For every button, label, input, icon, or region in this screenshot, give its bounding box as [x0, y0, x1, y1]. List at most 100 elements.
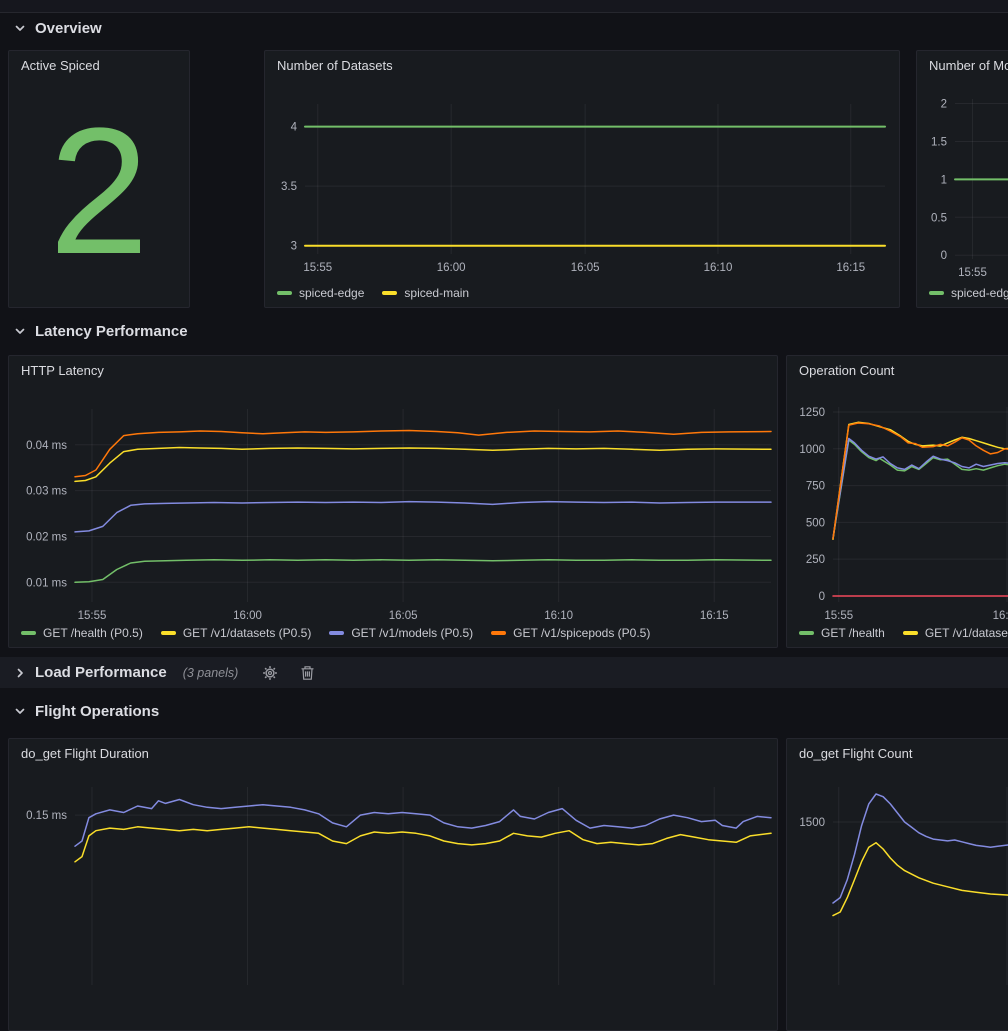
section-header-latency-performance[interactable]: Latency Performance — [14, 317, 188, 345]
series-line — [833, 422, 1008, 539]
panel-title[interactable]: do_get Flight Count — [787, 739, 1008, 772]
section-header-load-performance[interactable]: Load Performance (3 panels) — [0, 657, 1008, 688]
section-title: Overview — [35, 20, 102, 37]
chart-canvas[interactable]: 1500 — [787, 772, 1008, 1002]
series-line — [833, 439, 1008, 538]
y-tick-label: 3.5 — [281, 181, 297, 193]
legend-swatch — [903, 631, 918, 635]
series-line — [833, 423, 1008, 539]
chevron-down-icon — [14, 22, 26, 34]
y-tick-label: 0.04 ms — [26, 440, 67, 452]
legend-swatch — [491, 631, 506, 635]
chart-legend — [787, 1002, 1008, 1030]
panel-title[interactable]: do_get Flight Duration — [9, 739, 777, 772]
x-tick-label: 16:00 — [233, 610, 262, 619]
legend-item[interactable]: GET /v1/datasets — [903, 626, 1008, 640]
chevron-right-icon — [14, 667, 26, 679]
panel-flight-count: do_get Flight Count 1500 — [786, 738, 1008, 1031]
chart-legend: spiced-edge — [917, 279, 1008, 307]
x-tick-label: 15:55 — [78, 610, 107, 619]
y-tick-label: 3 — [291, 241, 297, 253]
y-tick-label: 500 — [806, 517, 825, 529]
number_of_models-svg: 15:5516:0000.511.52 — [917, 84, 1008, 279]
legend-swatch — [161, 631, 176, 635]
legend-item[interactable]: GET /v1/spicepods (P0.5) — [491, 626, 650, 640]
section-title: Flight Operations — [35, 703, 159, 720]
y-tick-label: 750 — [806, 481, 825, 493]
flight_count-svg: 1500 — [787, 772, 1008, 1002]
panel-count-label: (3 panels) — [183, 666, 239, 680]
legend-swatch — [21, 631, 36, 635]
panel-title[interactable]: Number of Models — [917, 51, 1008, 84]
y-tick-label: 1000 — [799, 444, 825, 456]
legend-item[interactable]: GET /v1/datasets (P0.5) — [161, 626, 312, 640]
y-tick-label: 1500 — [799, 817, 825, 829]
y-tick-label: 0.01 ms — [26, 577, 67, 589]
operation_count-svg: 15:55 16:00 0 250 500 750 1000 1250 — [787, 389, 1008, 619]
panel-title[interactable]: Active Spiced — [9, 51, 189, 84]
gear-icon[interactable] — [262, 665, 278, 681]
section-header-overview[interactable]: Overview — [14, 14, 102, 42]
legend-item[interactable]: spiced-edge — [929, 286, 1008, 300]
y-tick-label: 0.15 ms — [26, 810, 67, 822]
legend-label: spiced-edge — [299, 286, 364, 300]
x-tick-label: 16:00 — [993, 610, 1008, 619]
chart-canvas[interactable]: 15:55 16:00 0 250 500 750 1000 1250 — [787, 389, 1008, 619]
x-tick-label: 16:05 — [571, 262, 600, 274]
legend-label: spiced-edge — [951, 286, 1008, 300]
number_of_datasets-svg: 15:5516:0016:0516:1016:1533.54 — [265, 84, 897, 279]
y-tick-label: 0.03 ms — [26, 486, 67, 498]
x-tick-label: 16:10 — [544, 610, 573, 619]
series-line — [833, 440, 1008, 539]
x-tick-label: 15:55 — [303, 262, 332, 274]
panel-title[interactable]: HTTP Latency — [9, 356, 777, 389]
legend-item[interactable]: spiced-edge — [277, 286, 364, 300]
legend-item[interactable]: spiced-main — [382, 286, 469, 300]
panel-title[interactable]: Number of Datasets — [265, 51, 899, 84]
chevron-down-icon — [14, 325, 26, 337]
grafana-dashboard: { "ui": { "sections": { "overview": { "l… — [0, 0, 1008, 849]
x-tick-label: 15:55 — [824, 610, 853, 619]
y-tick-label: 250 — [806, 554, 825, 566]
chart-legend: spiced-edge spiced-main — [265, 279, 899, 307]
chart-legend: GET /health GET /v1/datasets — [787, 619, 1008, 647]
series-line — [833, 843, 1008, 916]
legend-item[interactable]: GET /health — [799, 626, 885, 640]
section-header-flight-operations[interactable]: Flight Operations — [14, 697, 159, 725]
legend-label: spiced-main — [404, 286, 469, 300]
legend-swatch — [929, 291, 944, 295]
chart-canvas[interactable]: 0.15 ms — [9, 772, 777, 1002]
panel-number-of-datasets: Number of Datasets 15:5516:0016:0516:101… — [264, 50, 900, 308]
chart-canvas[interactable]: 15:5516:0000.511.52 — [917, 84, 1008, 279]
y-tick-label: 0.5 — [931, 212, 947, 224]
legend-swatch — [382, 291, 397, 295]
chart-canvas[interactable]: 15:5516:0016:0516:1016:150.01 ms0.02 ms0… — [9, 389, 777, 619]
y-tick-label: 4 — [291, 122, 298, 134]
x-tick-label: 16:15 — [836, 262, 865, 274]
panel-title[interactable]: Operation Count — [787, 356, 1008, 389]
legend-label: GET /v1/datasets (P0.5) — [183, 626, 312, 640]
series-line — [75, 448, 771, 482]
legend-label: GET /v1/models (P0.5) — [351, 626, 473, 640]
panel-http-latency: HTTP Latency 15:5516:0016:0516:1016:150.… — [8, 355, 778, 648]
y-tick-label: 0.02 ms — [26, 531, 67, 543]
chart-canvas[interactable]: 15:5516:0016:0516:1016:1533.54 — [265, 84, 899, 279]
x-tick-label: 16:15 — [700, 610, 729, 619]
x-tick-label: 15:55 — [958, 267, 987, 279]
chart-legend — [9, 1002, 777, 1030]
x-tick-label: 16:10 — [704, 262, 733, 274]
legend-label: GET /v1/spicepods (P0.5) — [513, 626, 650, 640]
legend-item[interactable]: GET /v1/models (P0.5) — [329, 626, 473, 640]
trash-icon[interactable] — [300, 665, 315, 681]
y-tick-label: 0 — [819, 591, 825, 603]
stat-value: 2 — [9, 84, 189, 307]
series-line — [75, 502, 771, 532]
legend-item[interactable]: GET /health (P0.5) — [21, 626, 143, 640]
chevron-down-icon — [14, 705, 26, 717]
y-tick-label: 1.5 — [931, 136, 947, 148]
y-tick-label: 0 — [941, 250, 947, 262]
legend-swatch — [277, 291, 292, 295]
series-line — [75, 560, 771, 583]
y-tick-label: 1250 — [799, 407, 825, 419]
panel-number-of-models: Number of Models 15:5516:0000.511.52 spi… — [916, 50, 1008, 308]
